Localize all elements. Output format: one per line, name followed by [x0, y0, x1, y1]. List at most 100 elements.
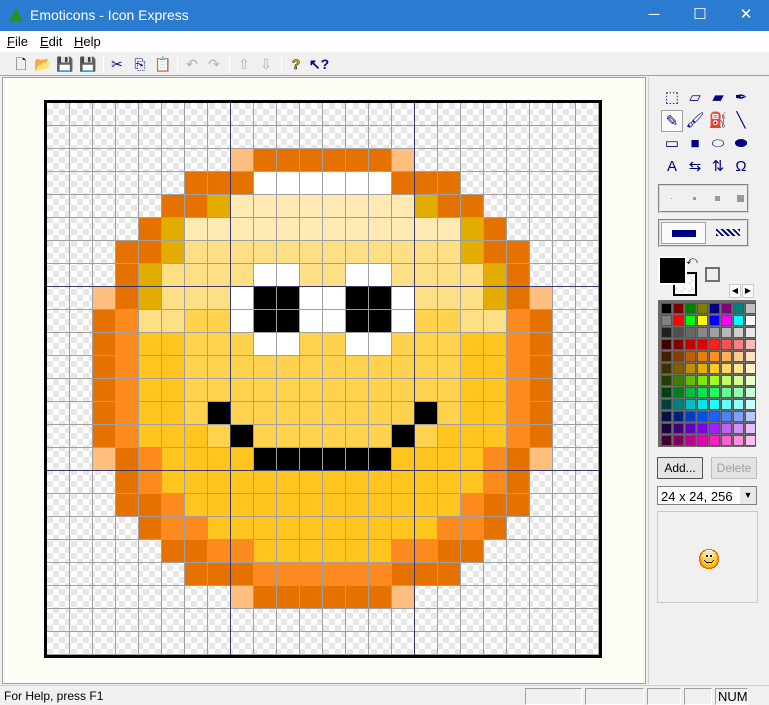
cut-icon[interactable]: ✂ [106, 54, 128, 74]
pixel-cell[interactable] [553, 448, 576, 471]
pixel-cell[interactable] [116, 425, 139, 448]
pixel-cell[interactable] [208, 632, 231, 655]
pixel-cell[interactable] [461, 632, 484, 655]
pixel-cell[interactable] [346, 425, 369, 448]
chevron-down-icon[interactable]: ▼ [740, 487, 756, 504]
pixel-cell[interactable] [553, 241, 576, 264]
pixel-cell[interactable] [323, 379, 346, 402]
pixel-cell[interactable] [484, 241, 507, 264]
pixel-cell[interactable] [70, 356, 93, 379]
pixel-cell[interactable] [300, 586, 323, 609]
help-icon[interactable]: ? [285, 54, 307, 74]
menu-file[interactable]: File [7, 34, 28, 49]
pixel-cell[interactable] [346, 356, 369, 379]
pixel-cell[interactable] [254, 172, 277, 195]
pixel-cell[interactable] [162, 379, 185, 402]
palette-swatch[interactable] [733, 399, 744, 410]
pixel-cell[interactable] [369, 609, 392, 632]
pixel-cell[interactable] [415, 425, 438, 448]
pixel-cell[interactable] [530, 540, 553, 563]
pixel-cell[interactable] [93, 425, 116, 448]
pixel-cell[interactable] [530, 586, 553, 609]
pixel-cell[interactable] [277, 448, 300, 471]
pixel-cell[interactable] [162, 586, 185, 609]
new-icon[interactable]: 🗋 [10, 54, 32, 74]
pixel-cell[interactable] [139, 287, 162, 310]
pixel-cell[interactable] [323, 632, 346, 655]
pixel-cell[interactable] [553, 126, 576, 149]
pixel-cell[interactable] [254, 103, 277, 126]
pixel-cell[interactable] [323, 356, 346, 379]
pixel-cell[interactable] [507, 218, 530, 241]
pixel-cell[interactable] [461, 402, 484, 425]
pixel-cell[interactable] [139, 379, 162, 402]
pixel-cell[interactable] [346, 172, 369, 195]
pixel-cell[interactable] [530, 609, 553, 632]
pixel-cell[interactable] [484, 103, 507, 126]
pixel-cell[interactable] [47, 195, 70, 218]
pixel-cell[interactable] [277, 402, 300, 425]
save-icon[interactable]: 💾 [54, 54, 76, 74]
pixel-cell[interactable] [461, 333, 484, 356]
palette-swatch[interactable] [661, 375, 672, 386]
pixel-cell[interactable] [553, 379, 576, 402]
pixel-cell[interactable] [47, 586, 70, 609]
palette-swatch[interactable] [709, 375, 720, 386]
pixel-cell[interactable] [415, 609, 438, 632]
palette-swatch[interactable] [721, 363, 732, 374]
pixel-cell[interactable] [70, 540, 93, 563]
pixel-cell[interactable] [47, 149, 70, 172]
pixel-cell[interactable] [323, 103, 346, 126]
pixel-cell[interactable] [507, 563, 530, 586]
pixel-cell[interactable] [93, 149, 116, 172]
pixel-cell[interactable] [438, 149, 461, 172]
pixel-cell[interactable] [576, 103, 599, 126]
pixel-cell[interactable] [185, 264, 208, 287]
pixel-cell[interactable] [277, 333, 300, 356]
pixel-cell[interactable] [576, 218, 599, 241]
pixel-cell[interactable] [300, 149, 323, 172]
pixel-cell[interactable] [346, 195, 369, 218]
pixel-cell[interactable] [576, 287, 599, 310]
pixel-cell[interactable] [116, 563, 139, 586]
pixel-cell[interactable] [139, 172, 162, 195]
pixel-cell[interactable] [553, 494, 576, 517]
pixel-cell[interactable] [277, 310, 300, 333]
format-select[interactable]: 24 x 24, 256 ▼ [657, 486, 757, 505]
pixel-cell[interactable] [392, 310, 415, 333]
color-picker-tool-icon[interactable]: ✒ [730, 87, 752, 109]
pixel-cell[interactable] [576, 126, 599, 149]
pixel-cell[interactable] [208, 310, 231, 333]
pixel-cell[interactable] [254, 448, 277, 471]
palette-swatch[interactable] [733, 375, 744, 386]
pixel-cell[interactable] [392, 586, 415, 609]
redo-icon[interactable]: ↷ [203, 54, 225, 74]
pixel-cell[interactable] [323, 172, 346, 195]
pixel-cell[interactable] [254, 563, 277, 586]
pixel-cell[interactable] [392, 149, 415, 172]
pixel-cell[interactable] [116, 195, 139, 218]
pixel-cell[interactable] [300, 609, 323, 632]
paste-icon[interactable]: 📋 [152, 54, 174, 74]
pixel-cell[interactable] [139, 517, 162, 540]
palette-swatch[interactable] [685, 303, 696, 314]
palette-swatch[interactable] [733, 387, 744, 398]
pixel-cell[interactable] [162, 609, 185, 632]
pixel-cell[interactable] [139, 126, 162, 149]
pixel-cell[interactable] [139, 333, 162, 356]
pixel-cell[interactable] [70, 379, 93, 402]
pixel-cell[interactable] [530, 264, 553, 287]
pixel-cell[interactable] [392, 379, 415, 402]
pixel-cell[interactable] [346, 149, 369, 172]
pixel-cell[interactable] [484, 333, 507, 356]
palette-swatch[interactable] [697, 315, 708, 326]
palette-swatch[interactable] [733, 315, 744, 326]
palette-swatch[interactable] [685, 339, 696, 350]
pixel-cell[interactable] [346, 264, 369, 287]
palette-swatch[interactable] [673, 399, 684, 410]
pixel-cell[interactable] [231, 287, 254, 310]
pixel-cell[interactable] [162, 103, 185, 126]
pixel-cell[interactable] [553, 149, 576, 172]
palette-left-button[interactable]: ◀ [729, 284, 741, 298]
pixel-cell[interactable] [576, 425, 599, 448]
